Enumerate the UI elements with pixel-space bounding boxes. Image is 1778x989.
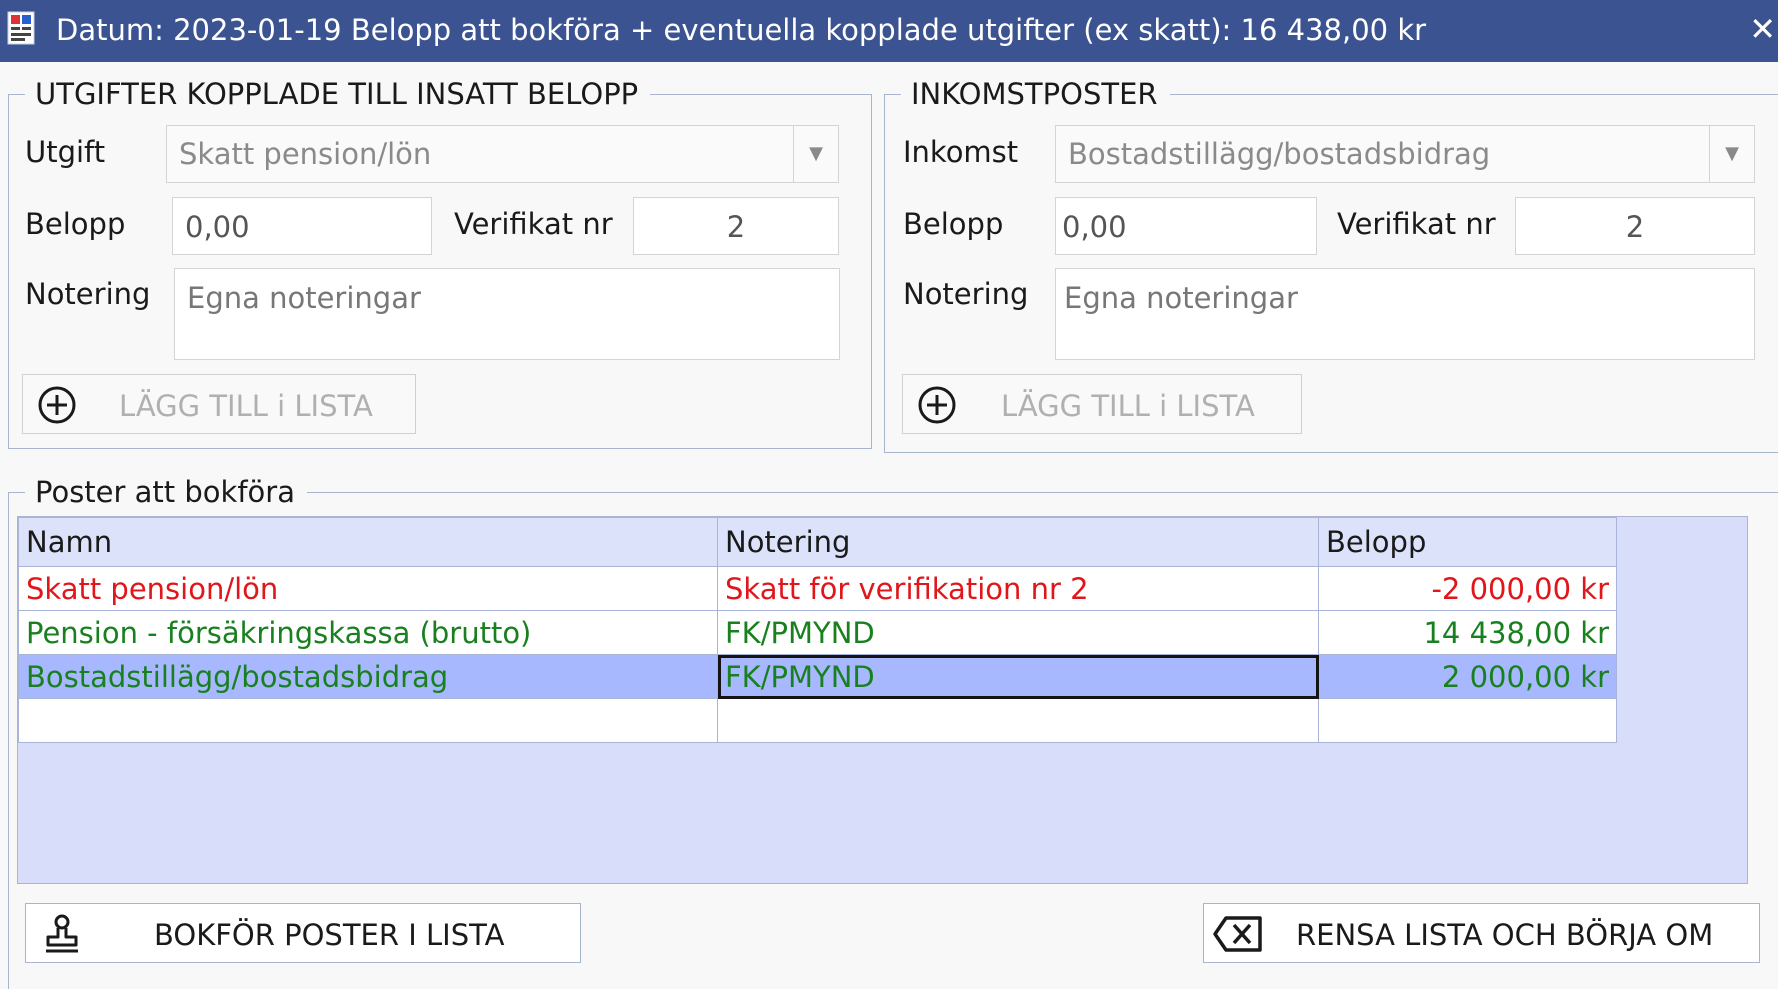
book-postings-button-label: BOKFÖR POSTER I LISTA xyxy=(154,918,505,952)
book-postings-button[interactable]: BOKFÖR POSTER I LISTA xyxy=(25,903,581,963)
income-voucher-value: 2 xyxy=(1625,210,1645,244)
backspace-icon xyxy=(1212,914,1264,958)
expense-voucher-value: 2 xyxy=(726,210,746,244)
expense-note-placeholder: Egna noteringar xyxy=(187,281,421,315)
clear-list-button-label: RENSA LISTA OCH BÖRJA OM xyxy=(1296,918,1714,952)
income-note-field[interactable]: Egna noteringar xyxy=(1055,268,1755,360)
table-row[interactable]: Skatt pension/lön Skatt för verifikation… xyxy=(18,566,1617,611)
cell-amount[interactable]: 2 000,00 kr xyxy=(1318,654,1617,699)
income-group-legend: INKOMSTPOSTER xyxy=(901,77,1170,111)
expense-note-label: Notering xyxy=(25,277,151,311)
cell-amount[interactable]: -2 000,00 kr xyxy=(1318,566,1617,611)
clear-list-button[interactable]: RENSA LISTA OCH BÖRJA OM xyxy=(1203,903,1760,963)
postings-grid[interactable]: Namn Notering Belopp Skatt pension/lön S… xyxy=(17,516,1748,884)
income-amount-value: 0,00 xyxy=(1062,210,1127,244)
expense-amount-label: Belopp xyxy=(25,207,126,241)
plus-circle-icon xyxy=(917,385,957,429)
window-title: Datum: 2023-01-19 Belopp att bokföra + e… xyxy=(56,13,1427,47)
income-add-button-label: LÄGG TILL i LISTA xyxy=(1001,389,1255,423)
stamp-icon xyxy=(42,913,82,959)
income-type-value: Bostadstillägg/bostadsbidrag xyxy=(1068,137,1491,171)
income-type-label: Inkomst xyxy=(903,135,1019,169)
table-row-selected[interactable]: Bostadstillägg/bostadsbidrag FK/PMYND 2 … xyxy=(18,654,1617,699)
chevron-down-icon[interactable]: ▼ xyxy=(793,126,838,182)
expense-add-button[interactable]: LÄGG TILL i LISTA xyxy=(22,374,416,434)
postings-table: Namn Notering Belopp Skatt pension/lön S… xyxy=(18,517,1617,743)
table-row[interactable]: Pension - försäkringskassa (brutto) FK/P… xyxy=(18,610,1617,655)
expense-type-combobox[interactable]: Skatt pension/lön ▼ xyxy=(166,125,839,183)
cell-note-empty[interactable] xyxy=(717,698,1319,743)
income-add-button[interactable]: LÄGG TILL i LISTA xyxy=(902,374,1302,434)
expense-type-label: Utgift xyxy=(25,135,106,169)
plus-circle-icon xyxy=(37,385,77,429)
cell-amount-empty[interactable] xyxy=(1318,698,1617,743)
chevron-down-icon[interactable]: ▼ xyxy=(1709,126,1754,182)
window-title-bar: Datum: 2023-01-19 Belopp att bokföra + e… xyxy=(0,0,1778,62)
expenses-group: UTGIFTER KOPPLADE TILL INSATT BELOPP Utg… xyxy=(8,77,872,449)
cell-name-empty[interactable] xyxy=(18,698,718,743)
income-type-combobox[interactable]: Bostadstillägg/bostadsbidrag ▼ xyxy=(1055,125,1755,183)
cell-name[interactable]: Pension - försäkringskassa (brutto) xyxy=(18,610,718,655)
expense-voucher-label: Verifikat nr xyxy=(454,207,613,241)
close-icon[interactable]: ✕ xyxy=(1749,10,1776,48)
cell-note[interactable]: Skatt för verifikation nr 2 xyxy=(717,566,1319,611)
cell-name[interactable]: Skatt pension/lön xyxy=(18,566,718,611)
expense-voucher-field[interactable]: 2 xyxy=(633,197,839,255)
cell-amount[interactable]: 14 438,00 kr xyxy=(1318,610,1617,655)
table-row-new[interactable] xyxy=(18,698,1617,743)
postings-group-legend: Poster att bokföra xyxy=(25,475,307,509)
expense-amount-value: 0,00 xyxy=(185,210,250,244)
expense-type-value: Skatt pension/lön xyxy=(179,137,432,171)
income-amount-field[interactable]: 0,00 xyxy=(1055,197,1317,255)
column-header-name[interactable]: Namn xyxy=(18,517,718,567)
cell-note[interactable]: FK/PMYND xyxy=(717,610,1319,655)
expense-add-button-label: LÄGG TILL i LISTA xyxy=(119,389,373,423)
income-group: INKOMSTPOSTER Inkomst Bostadstillägg/bos… xyxy=(884,77,1778,453)
table-header-row: Namn Notering Belopp xyxy=(18,517,1617,567)
app-icon xyxy=(6,10,36,46)
income-voucher-field[interactable]: 2 xyxy=(1515,197,1755,255)
income-note-placeholder: Egna noteringar xyxy=(1064,281,1298,315)
expense-amount-field[interactable]: 0,00 xyxy=(172,197,432,255)
income-amount-label: Belopp xyxy=(903,207,1004,241)
column-header-note[interactable]: Notering xyxy=(717,517,1319,567)
income-note-label: Notering xyxy=(903,277,1029,311)
income-voucher-label: Verifikat nr xyxy=(1337,207,1496,241)
expenses-group-legend: UTGIFTER KOPPLADE TILL INSATT BELOPP xyxy=(25,77,651,111)
cell-name[interactable]: Bostadstillägg/bostadsbidrag xyxy=(18,654,718,699)
expense-note-field[interactable]: Egna noteringar xyxy=(174,268,840,360)
cell-note-current[interactable]: FK/PMYND xyxy=(717,654,1319,699)
column-header-amount[interactable]: Belopp xyxy=(1318,517,1617,567)
